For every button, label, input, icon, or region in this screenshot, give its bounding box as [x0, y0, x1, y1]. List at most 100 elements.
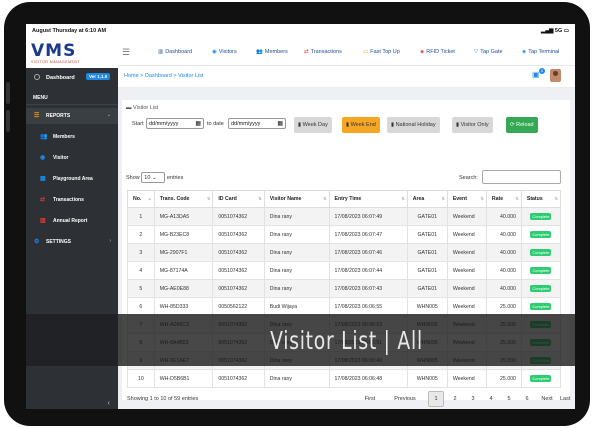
table-row[interactable]: 2 MG-B23EC8 0051074362 Dina rany 17/08/2023 … [127, 225, 562, 244]
user-circle-icon: ◉ [212, 49, 217, 55]
sidebar-item-transactions[interactable]: ⇄ Transactions [26, 192, 118, 208]
sidebar-item-visitor[interactable]: ◉ Visitor [26, 150, 118, 166]
pagination-previous[interactable]: Previous [384, 391, 426, 407]
sidebar-item-annual-report[interactable]: ▥ Annual Report [26, 213, 118, 229]
table-row[interactable]: 10 WH-D5B6B1 0051074362 Dina rany 17/08/2023… [127, 369, 562, 388]
sidebar-item-reports[interactable]: ☰ REPORTS ⌄ [26, 108, 118, 124]
nav-fast-top-up[interactable]: ▭ Fast Top Up [363, 49, 400, 55]
status-badge: Complete [530, 249, 552, 256]
status-badge: Complete [530, 285, 552, 292]
national-holiday-button[interactable]: ▮ National Holiday [387, 117, 440, 133]
chart-icon: ▥ [40, 218, 46, 224]
table-cell: 17/08/2023 06:06:48 [328, 369, 408, 388]
table-cell: Dina rany [263, 207, 330, 226]
logo[interactable]: VMS VISITOR MANAGEMENT [26, 38, 118, 68]
caption-text: Visitor List | All [270, 326, 423, 355]
column-header-visitor-name[interactable]: Visitor Name ⇅ [263, 190, 330, 208]
nav-transactions[interactable]: ⇄ Transactions [304, 49, 342, 55]
start-date-input[interactable]: dd/mm/yyyy ▦ [146, 118, 204, 129]
table-row[interactable]: 4 MG-87174A 0051074362 Dina rany 17/08/2023 … [127, 261, 562, 280]
pagination-page-2[interactable]: 2 [447, 391, 463, 407]
table-header-row: No. ▲ Trans. Code ⇅ ID Card ⇅ Visitor Name ⇅… [127, 190, 562, 208]
table-cell: 17/08/2023 06:07:44 [328, 261, 408, 280]
column-header-no[interactable]: No. ▲ [127, 190, 155, 208]
table-row[interactable]: 5 MG-AE0E88 0051074362 Dina rany 17/08/2023 … [127, 279, 562, 298]
pagination-next[interactable]: Next [536, 391, 558, 407]
table-cell: 3 [127, 243, 155, 262]
nav-visitors[interactable]: ◉ Visitors [212, 49, 237, 55]
calendar-icon: ▦ [195, 121, 201, 127]
table-cell: 40.000 [485, 261, 522, 280]
week-end-button[interactable]: ▮ Week End [342, 117, 380, 133]
pagination-first[interactable]: First [356, 391, 384, 407]
table-row[interactable]: 6 WH-85D333 0050562122 Budi Wijaya 17/08/202… [127, 297, 562, 316]
hamburger-menu-icon[interactable]: ☰ [122, 47, 130, 58]
table-cell: MG-A13DA5 [153, 207, 214, 226]
pagination-page-5[interactable]: 5 [501, 391, 517, 407]
reload-button[interactable]: ⟳ Reload [506, 117, 538, 133]
end-date-input[interactable]: dd/mm/yyyy ▦ [228, 118, 286, 129]
pagination-page-4[interactable]: 4 [483, 391, 499, 407]
table-cell: Weekend [446, 369, 487, 388]
table-row[interactable]: 1 MG-A13DA5 0051074362 Dina rany 17/08/2023 … [127, 207, 562, 226]
search-label: Search: [459, 175, 478, 181]
nav-dashboard[interactable]: ▥ Dashboard [158, 49, 192, 55]
week-day-button[interactable]: ▮ Week Day [294, 117, 332, 133]
table-cell: Weekend [446, 261, 487, 280]
table-cell: MG-2907F1 [153, 243, 214, 262]
column-header-trans-code[interactable]: Trans. Code ⇅ [153, 190, 214, 208]
column-header-area[interactable]: Area ⇅ [406, 190, 448, 208]
column-header-status[interactable]: Status ⇅ [520, 190, 562, 208]
nav-members[interactable]: 👥 Members [256, 49, 288, 55]
screen: August Thursday at 6:10 AM ▂▄▆ 5G ▭ VMS … [26, 24, 575, 409]
table-cell: MG-87174A [153, 261, 214, 280]
pagination-page-6[interactable]: 6 [519, 391, 535, 407]
sidebar-item-playground-area[interactable]: ▦ Playground Area [26, 171, 118, 187]
table-cell: 25.000 [485, 369, 522, 388]
search-input[interactable] [482, 170, 561, 184]
breadcrumb-home[interactable]: Home [124, 73, 139, 79]
column-header-rate[interactable]: Rate ⇅ [485, 190, 522, 208]
status-badge: Complete [530, 267, 552, 274]
nav-tap-gate[interactable]: ▽ Tap Gate [474, 49, 503, 55]
logo-text: VMS [31, 41, 77, 61]
status-badge: Complete [530, 303, 552, 310]
entries-select[interactable]: 10 ⌄ [141, 172, 166, 183]
chevron-down-icon: ⌄ [106, 112, 111, 118]
pagination-page-3[interactable]: 3 [465, 391, 481, 407]
nav-rfid-ticket[interactable]: ◈ RFID Ticket [420, 49, 455, 55]
caption-banner: Visitor List | All [118, 314, 575, 366]
volume-down-button [6, 110, 10, 132]
table-cell: 17/08/2023 06:06:55 [328, 297, 408, 316]
sidebar-item-members[interactable]: 👥 Members [26, 129, 118, 145]
table-row[interactable]: 3 MG-2907F1 0051074362 Dina rany 17/08/2023 … [127, 243, 562, 262]
logo-subtitle: VISITOR MANAGEMENT [31, 60, 80, 64]
pagination-last[interactable]: Last [560, 391, 570, 407]
table-cell: 0051074362 [212, 225, 265, 244]
column-header-id-card[interactable]: ID Card ⇅ [212, 190, 265, 208]
gear-icon: ⚙ [34, 239, 40, 245]
column-header-entry-time[interactable]: Entry Time ⇅ [328, 190, 408, 208]
version-badge: Ver 1.1.0 [86, 73, 111, 80]
table-cell: Dina rany [263, 261, 330, 280]
status-badge: Complete [530, 213, 552, 220]
status-cell: Complete [520, 279, 562, 298]
notification-count-badge: 0 [539, 68, 545, 74]
breadcrumb-dashboard[interactable]: Dashboard [145, 73, 172, 79]
sidebar-item-label: SETTINGS [46, 239, 72, 245]
list-icon: ☰ [34, 113, 40, 119]
avatar[interactable] [550, 69, 561, 82]
table-cell: 0051074362 [212, 261, 265, 280]
sidebar-item-settings[interactable]: ⚙ SETTINGS › [26, 234, 118, 250]
pagination-page-1[interactable]: 1 [428, 391, 444, 407]
tablet-frame: August Thursday at 6:10 AM ▂▄▆ 5G ▭ VMS … [4, 2, 590, 426]
sidebar-item-label: REPORTS [46, 113, 71, 119]
nav-tap-terminal[interactable]: ◈ Tap Terminal [522, 49, 559, 55]
table-cell: 10 [127, 369, 155, 388]
sidebar-collapse-button[interactable]: ‹ [26, 398, 118, 409]
visitor-only-button[interactable]: ▮ Visitor Only [452, 117, 493, 133]
to-date-label: to date [207, 121, 224, 127]
table-cell: 17/08/2023 06:07:47 [328, 225, 408, 244]
sidebar-item-dashboard[interactable]: Dashboard Ver 1.1.0 [26, 70, 118, 86]
column-header-event[interactable]: Event ⇅ [446, 190, 487, 208]
